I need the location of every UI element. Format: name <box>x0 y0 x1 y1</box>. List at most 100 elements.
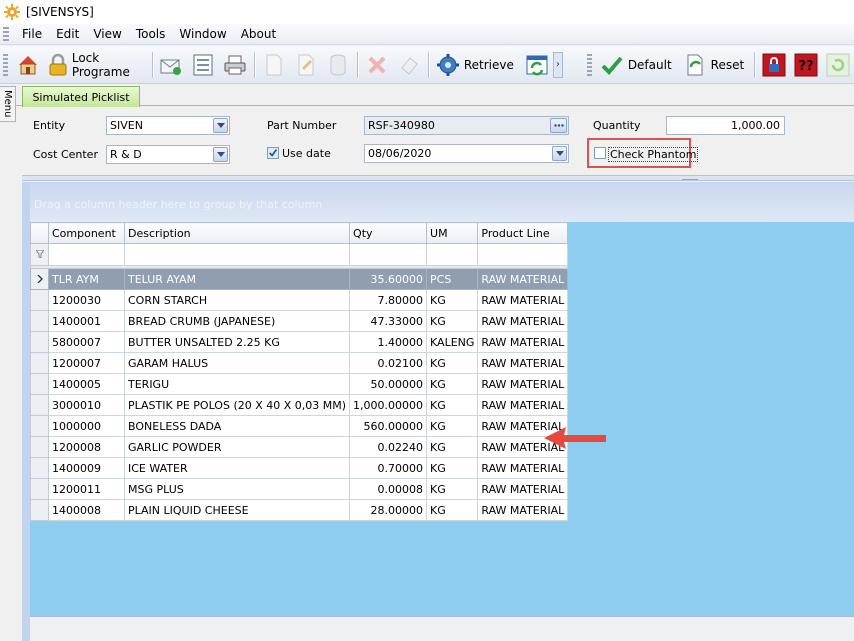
menu-about[interactable]: About <box>234 27 283 41</box>
row-indicator[interactable] <box>30 352 49 374</box>
cell-component[interactable]: 1400008 <box>48 499 125 521</box>
default-button[interactable]: Default <box>596 49 679 81</box>
cell-component[interactable]: TLR AYM <box>48 268 125 290</box>
menu-tools[interactable]: Tools <box>129 27 173 41</box>
menu-window[interactable]: Window <box>172 27 233 41</box>
cell-component[interactable]: 1200030 <box>48 289 125 311</box>
cell-qty[interactable]: 1,000.00000 <box>349 394 428 416</box>
tab-simulated-picklist[interactable]: Simulated Picklist <box>22 86 140 107</box>
cell-product-line[interactable]: RAW MATERIAL <box>477 373 569 395</box>
row-indicator[interactable] <box>30 268 49 290</box>
cell-product-line[interactable]: RAW MATERIAL <box>477 289 569 311</box>
cell-product-line[interactable]: RAW MATERIAL <box>477 352 569 374</box>
retrieve-button[interactable]: Retrieve <box>432 49 521 81</box>
cell-um[interactable]: KALENG <box>426 331 479 353</box>
help-button[interactable]: ?? <box>790 49 822 81</box>
cell-um[interactable]: KG <box>426 415 479 437</box>
print-button[interactable] <box>219 49 251 81</box>
row-indicator[interactable] <box>30 331 49 353</box>
cell-component[interactable]: 3000010 <box>48 394 125 416</box>
chevron-down-icon[interactable] <box>213 118 228 133</box>
menu-view[interactable]: View <box>86 27 128 41</box>
cell-description[interactable]: PLASTIK PE POLOS (20 X 40 X 0,03 MM) <box>123 394 351 416</box>
filter-cell-um[interactable] <box>426 243 479 266</box>
table-row[interactable]: 1000000 BONELESS DADA 560.00000 KG RAW MATER… <box>30 415 569 437</box>
row-indicator[interactable] <box>30 310 49 332</box>
cell-description[interactable]: CORN STARCH <box>123 289 351 311</box>
row-indicator[interactable] <box>30 436 49 458</box>
cell-description[interactable]: TERIGU <box>123 373 351 395</box>
row-indicator[interactable] <box>30 415 49 437</box>
side-menu-tab[interactable]: Menu <box>0 86 16 122</box>
cell-um[interactable]: KG <box>426 394 479 416</box>
cell-product-line[interactable]: RAW MATERIAL <box>477 457 569 479</box>
cell-component[interactable]: 1000000 <box>48 415 125 437</box>
group-by-panel[interactable]: Drag a column header here to group by th… <box>30 182 854 222</box>
row-indicator[interactable] <box>30 457 49 479</box>
cell-qty[interactable]: 1.40000 <box>349 331 428 353</box>
cell-qty[interactable]: 7.80000 <box>349 289 428 311</box>
table-row[interactable]: 1200007 GARAM HALUS 0.02100 KG RAW MATERIAL <box>30 352 569 374</box>
cell-qty[interactable]: 0.02100 <box>349 352 428 374</box>
column-header-qty[interactable]: Qty <box>349 222 428 244</box>
ellipsis-icon[interactable] <box>550 118 567 133</box>
row-indicator[interactable] <box>30 373 49 395</box>
cell-description[interactable]: MSG PLUS <box>123 478 351 500</box>
menubar-grip-icon[interactable] <box>3 27 9 41</box>
cell-um[interactable]: KG <box>426 457 479 479</box>
column-header-um[interactable]: UM <box>426 222 479 244</box>
cost-center-select[interactable]: R & D <box>106 145 230 164</box>
cell-qty[interactable]: 28.00000 <box>349 499 428 521</box>
toolbar-overflow-chevron-icon[interactable]: › <box>552 51 563 78</box>
cell-product-line[interactable]: RAW MATERIAL <box>477 268 569 290</box>
menu-edit[interactable]: Edit <box>49 27 86 41</box>
cell-product-line[interactable]: RAW MATERIAL <box>477 310 569 332</box>
cell-um[interactable]: KG <box>426 310 479 332</box>
cell-product-line[interactable]: RAW MATERIAL <box>477 499 569 521</box>
filter-icon[interactable] <box>30 243 49 266</box>
cell-component[interactable]: 1400001 <box>48 310 125 332</box>
panel-splitter[interactable] <box>22 175 854 181</box>
quantity-input[interactable]: 1,000.00 <box>666 116 785 135</box>
date-picker[interactable]: 08/06/2020 <box>364 144 569 163</box>
table-row[interactable]: 1200008 GARLIC POWDER 0.02240 KG RAW MATERIA… <box>30 436 569 458</box>
cell-description[interactable]: GARLIC POWDER <box>123 436 351 458</box>
table-row[interactable]: 1400005 TERIGU 50.00000 KG RAW MATERIAL <box>30 373 569 395</box>
cell-qty[interactable]: 0.70000 <box>349 457 428 479</box>
send-mail-button[interactable] <box>155 49 187 81</box>
check-phantom-checkbox[interactable] <box>594 147 606 159</box>
cell-qty[interactable]: 47.33000 <box>349 310 428 332</box>
row-indicator[interactable] <box>30 394 49 416</box>
cell-um[interactable]: KG <box>426 478 479 500</box>
table-row[interactable]: 1400001 BREAD CRUMB (JAPANESE) 47.33000 KG R… <box>30 310 569 332</box>
row-indicator[interactable] <box>30 289 49 311</box>
refresh-window-button[interactable] <box>521 49 553 81</box>
row-indicator[interactable] <box>30 478 49 500</box>
cell-description[interactable]: BUTTER UNSALTED 2.25 KG <box>123 331 351 353</box>
cell-um[interactable]: KG <box>426 373 479 395</box>
lock-window-button[interactable] <box>758 49 790 81</box>
table-row[interactable]: 1400008 PLAIN LIQUID CHEESE 28.00000 KG RAW … <box>30 499 569 521</box>
table-row[interactable]: 3000010 PLASTIK PE POLOS (20 X 40 X 0,03 … <box>30 394 569 416</box>
cell-product-line[interactable]: RAW MATERIAL <box>477 478 569 500</box>
column-header-description[interactable]: Description <box>123 222 351 244</box>
reset-button[interactable]: Reset <box>679 49 752 81</box>
cell-component[interactable]: 1400009 <box>48 457 125 479</box>
column-header-product-line[interactable]: Product Line <box>477 222 569 244</box>
cell-qty[interactable]: 50.00000 <box>349 373 428 395</box>
toolbar2-grip-icon[interactable] <box>586 53 592 76</box>
cell-um[interactable]: KG <box>426 352 479 374</box>
cell-component[interactable]: 1400005 <box>48 373 125 395</box>
cell-description[interactable]: GARAM HALUS <box>123 352 351 374</box>
cell-product-line[interactable]: RAW MATERIAL <box>477 394 569 416</box>
cell-um[interactable]: KG <box>426 499 479 521</box>
cell-qty[interactable]: 0.00008 <box>349 478 428 500</box>
row-indicator[interactable] <box>30 499 49 521</box>
cell-um[interactable]: KG <box>426 289 479 311</box>
cell-qty[interactable]: 560.00000 <box>349 415 428 437</box>
table-row[interactable]: 5800007 BUTTER UNSALTED 2.25 KG 1.40000 KAL… <box>30 331 569 353</box>
cell-description[interactable]: TELUR AYAM <box>123 268 351 290</box>
cell-description[interactable]: BREAD CRUMB (JAPANESE) <box>123 310 351 332</box>
cell-component[interactable]: 1200007 <box>48 352 125 374</box>
cell-component[interactable]: 1200011 <box>48 478 125 500</box>
